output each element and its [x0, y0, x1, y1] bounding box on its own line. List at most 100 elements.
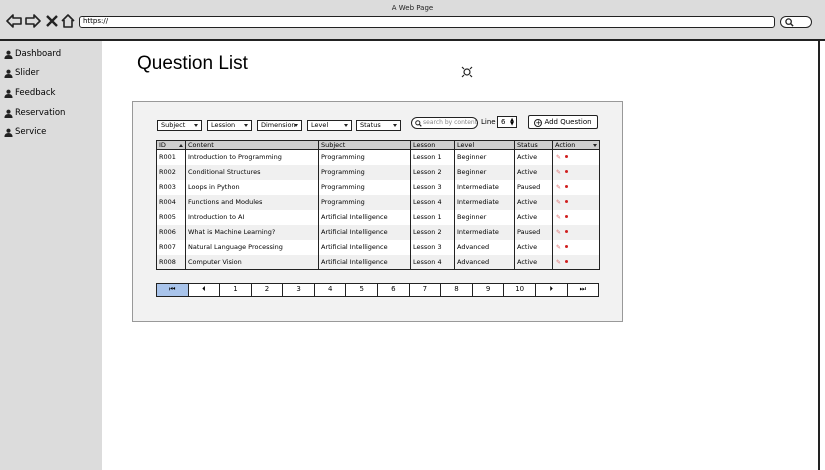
next-page-button[interactable]: ⏵ [536, 284, 568, 296]
edit-icon[interactable]: ✎ [556, 259, 561, 266]
cell-level: Intermediate [454, 194, 515, 210]
cell-action: ✎ [552, 209, 600, 225]
edit-icon[interactable]: ✎ [556, 214, 561, 221]
delete-icon[interactable] [565, 155, 569, 159]
header-status[interactable]: Status [514, 140, 553, 150]
cell-lesson: Lesson 3 [410, 179, 455, 195]
sidebar-item-service[interactable]: Service [4, 125, 46, 139]
cell-content: Natural Language Processing [185, 239, 319, 255]
status-filter[interactable]: Status [356, 120, 401, 131]
cell-content: What is Machine Learning? [185, 224, 319, 240]
sidebar-item-reservation[interactable]: Reservation [4, 106, 65, 120]
cell-level: Intermediate [454, 179, 515, 195]
header-level[interactable]: Level [454, 140, 515, 150]
page-button-5[interactable]: 5 [346, 284, 379, 296]
stepper-arrows-icon[interactable]: ▲ ▼ [510, 118, 514, 127]
back-icon[interactable] [6, 13, 22, 29]
edit-icon[interactable]: ✎ [556, 154, 561, 161]
plus-circle-icon: + [534, 119, 543, 127]
url-input[interactable]: https:// [79, 16, 775, 28]
delete-icon[interactable] [565, 259, 569, 263]
delete-icon[interactable] [565, 230, 569, 233]
header-lesson[interactable]: Lesson [410, 140, 455, 150]
lesson-filter[interactable]: Lession [207, 120, 252, 131]
line-stepper[interactable]: 6 ▲ ▼ [497, 116, 517, 128]
cell-subject: Programming [318, 179, 411, 195]
url-search-button[interactable] [780, 16, 812, 28]
cell-subject: Programming [318, 149, 411, 165]
edit-icon[interactable]: ✎ [556, 229, 561, 236]
search-input[interactable]: search by content [411, 117, 478, 129]
subject-filter[interactable]: Subject [157, 120, 202, 131]
sidebar-item-dashboard[interactable]: Dashboard [4, 47, 61, 61]
delete-icon[interactable] [565, 245, 569, 248]
home-icon[interactable] [60, 13, 76, 29]
delete-icon[interactable] [565, 215, 569, 218]
table-row: R008 Computer Vision Artificial Intellig… [156, 254, 600, 270]
cell-status: Active [514, 239, 553, 255]
header-action[interactable]: Action [552, 140, 600, 150]
cell-lesson: Lesson 1 [410, 209, 455, 225]
last-page-button[interactable]: ⏭ [568, 284, 599, 296]
edit-icon[interactable]: ✎ [556, 169, 561, 176]
cell-lesson: Lesson 3 [410, 239, 455, 255]
add-question-button[interactable]: + Add Question [528, 115, 598, 129]
edit-icon[interactable]: ✎ [556, 199, 561, 206]
add-question-label: Add Question [544, 118, 592, 126]
delete-icon[interactable] [565, 200, 569, 203]
edit-icon[interactable]: ✎ [556, 184, 561, 191]
close-icon[interactable] [44, 13, 60, 29]
delete-icon[interactable] [565, 170, 569, 173]
header-subject[interactable]: Subject [318, 140, 411, 150]
cell-status: Active [514, 149, 553, 165]
table-row: R001 Introduction to Programming Program… [156, 149, 600, 165]
page-button-3[interactable]: 3 [283, 284, 315, 296]
cell-id: R005 [156, 209, 186, 225]
page-button-8[interactable]: 8 [441, 284, 473, 296]
cell-id: R003 [156, 179, 186, 195]
page-button-10[interactable]: 10 [504, 284, 536, 296]
table-row: R007 Natural Language Processing Artific… [156, 239, 600, 255]
prev-page-button[interactable]: ⏴ [189, 284, 221, 296]
cell-subject: Programming [318, 194, 411, 210]
page-button-9[interactable]: 9 [473, 284, 505, 296]
edit-icon[interactable]: ✎ [556, 244, 561, 251]
page-button-7[interactable]: 7 [410, 284, 442, 296]
cell-subject: Artificial Intelligence [318, 209, 411, 225]
user-icon [4, 109, 13, 118]
sidebar-item-feedback[interactable]: Feedback [4, 86, 55, 100]
line-label: Line [481, 118, 496, 126]
delete-icon[interactable] [565, 185, 569, 188]
header-id[interactable]: ID [156, 140, 186, 150]
chevron-down-icon [344, 124, 348, 127]
cell-content: Loops in Python [185, 179, 319, 195]
level-filter[interactable]: Level [307, 120, 352, 131]
sidebar-item-slider[interactable]: Slider [4, 66, 39, 80]
line-stepper-value: 6 [501, 118, 506, 126]
status-filter-label: Status [360, 121, 381, 129]
cell-subject: Programming [318, 164, 411, 180]
cell-action: ✎ [552, 224, 600, 240]
page-button-4[interactable]: 4 [315, 284, 347, 296]
page-button-6[interactable]: 6 [378, 284, 410, 296]
cell-level: Beginner [454, 149, 515, 165]
cell-lesson: Lesson 1 [410, 149, 455, 165]
page-button-2[interactable]: 2 [252, 284, 284, 296]
cell-level: Advanced [454, 254, 515, 270]
cell-status: Active [514, 194, 553, 210]
cell-subject: Artificial Intelligence [318, 239, 411, 255]
chevron-down-icon [194, 124, 198, 127]
sidebar-item-label: Service [15, 127, 47, 137]
header-content[interactable]: Content [185, 140, 319, 150]
page-button-1[interactable]: 1 [220, 284, 252, 296]
user-icon [4, 69, 13, 78]
cell-id: R004 [156, 194, 186, 210]
sort-desc-icon [593, 144, 597, 147]
page-title: Question List [137, 53, 248, 74]
table-header-row: ID Content Subject Lesson Level Status A… [156, 140, 600, 150]
first-page-button[interactable]: ⏮ [157, 284, 189, 296]
forward-icon[interactable] [25, 13, 41, 29]
cell-id: R006 [156, 224, 186, 240]
dimension-filter[interactable]: Dimension [257, 120, 302, 131]
cell-status: Active [514, 164, 553, 180]
